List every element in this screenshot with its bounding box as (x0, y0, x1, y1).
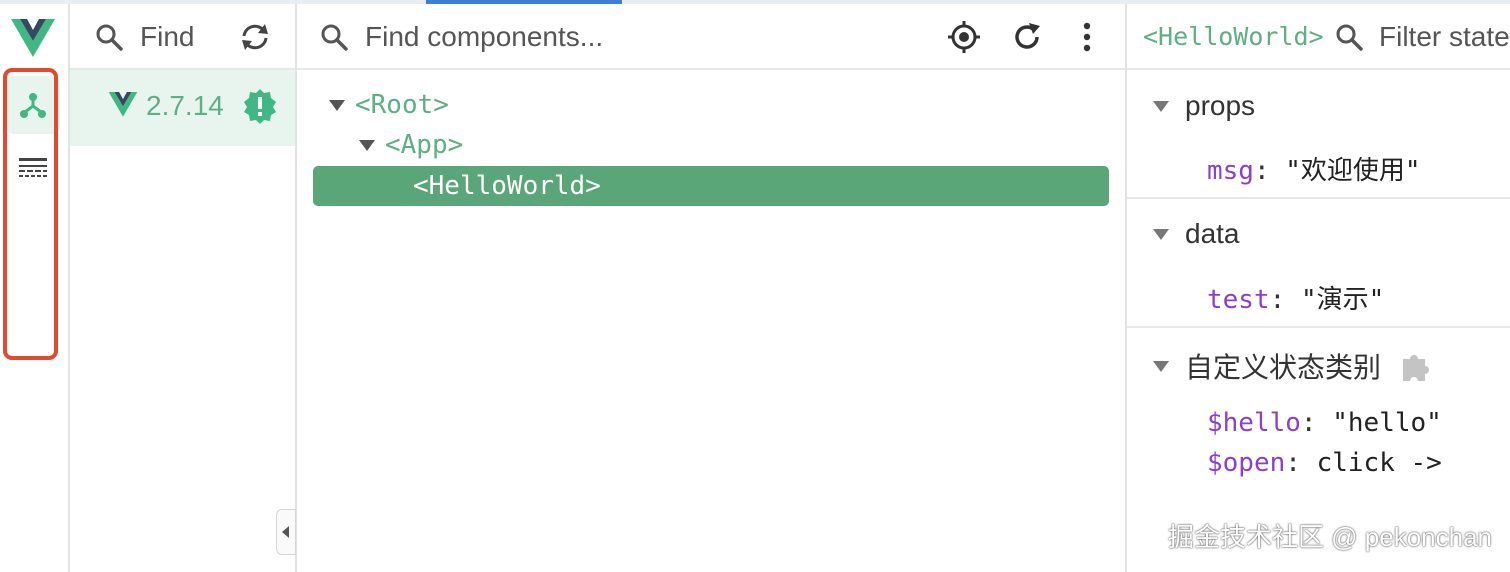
tree-node-label: <App> (385, 130, 464, 160)
tree-node-app[interactable]: <App> (359, 130, 463, 160)
plugin-puzzle-icon (1403, 355, 1430, 381)
collapse-pane-button[interactable] (276, 509, 296, 555)
collapse-left-icon (282, 526, 289, 538)
component-search-input[interactable]: Find components... (365, 21, 603, 53)
state-field[interactable]: test: "演示" (1207, 279, 1384, 316)
selected-component-title: <HelloWorld> (1143, 22, 1324, 51)
apps-pane: Find 2.7.14 (70, 4, 297, 572)
app-list-item[interactable]: 2.7.14 (70, 70, 295, 146)
inspector-header: <HelloWorld> Filter state (1127, 4, 1510, 70)
section-header-data[interactable]: data (1153, 218, 1240, 250)
tree-node-label: <Root> (355, 90, 449, 120)
section-divider (1127, 326, 1510, 328)
collapse-caret-icon[interactable] (1153, 100, 1169, 112)
field-value[interactable]: "hello" (1332, 408, 1442, 438)
field-value[interactable]: "欢迎使用" (1285, 156, 1420, 186)
filter-state-input[interactable]: Filter state (1379, 21, 1510, 53)
section-header-custom[interactable]: 自定义状态类别 (1153, 346, 1433, 386)
search-icon (96, 24, 123, 51)
warning-badge-icon[interactable] (242, 88, 278, 124)
tree-node-helloworld[interactable]: <HelloWorld> (313, 166, 1109, 206)
section-title: data (1185, 218, 1240, 249)
refresh-icon[interactable] (1013, 22, 1043, 52)
expand-caret-icon[interactable] (359, 139, 375, 151)
watermark-text: 掘金技术社区 @ pekonchan (1167, 522, 1492, 552)
apps-header: Find (70, 4, 295, 70)
search-icon (1336, 24, 1363, 51)
tree-header: Find components... (297, 4, 1125, 70)
state-field[interactable]: msg: "欢迎使用" (1207, 150, 1421, 187)
vue-logo-icon (11, 19, 55, 64)
apps-find-input[interactable]: Find (140, 21, 194, 53)
state-field[interactable]: $open: click -> (1207, 448, 1442, 478)
search-icon (321, 24, 348, 51)
field-key: $open (1207, 448, 1286, 478)
field-value[interactable]: click -> (1317, 448, 1442, 478)
vue-app-icon (108, 92, 138, 117)
component-tree-pane: Find components... <Root> <App> <HelloWo… (297, 4, 1127, 572)
section-header-props[interactable]: props (1153, 90, 1255, 122)
section-divider (1127, 197, 1510, 199)
collapse-caret-icon[interactable] (1153, 228, 1169, 240)
tree-node-root[interactable]: <Root> (329, 90, 449, 120)
collapse-caret-icon[interactable] (1153, 360, 1169, 372)
section-title: 自定义状态类别 (1185, 352, 1382, 383)
select-component-icon[interactable] (947, 20, 981, 54)
state-field[interactable]: $hello: "hello" (1207, 408, 1442, 438)
refresh-apps-icon[interactable] (238, 22, 272, 52)
more-options-icon[interactable] (1083, 22, 1091, 52)
field-key: $hello (1207, 408, 1301, 438)
vue-version-label: 2.7.14 (146, 90, 224, 121)
field-key: msg (1207, 156, 1254, 186)
annotation-highlight-box (3, 68, 58, 360)
section-title: props (1185, 90, 1256, 121)
state-inspector-pane: <HelloWorld> Filter state props msg: "欢迎… (1127, 4, 1510, 572)
field-key: test (1207, 285, 1270, 315)
tree-node-label: <HelloWorld> (413, 171, 601, 201)
expand-caret-icon[interactable] (329, 99, 345, 111)
field-value[interactable]: "演示" (1301, 285, 1384, 315)
